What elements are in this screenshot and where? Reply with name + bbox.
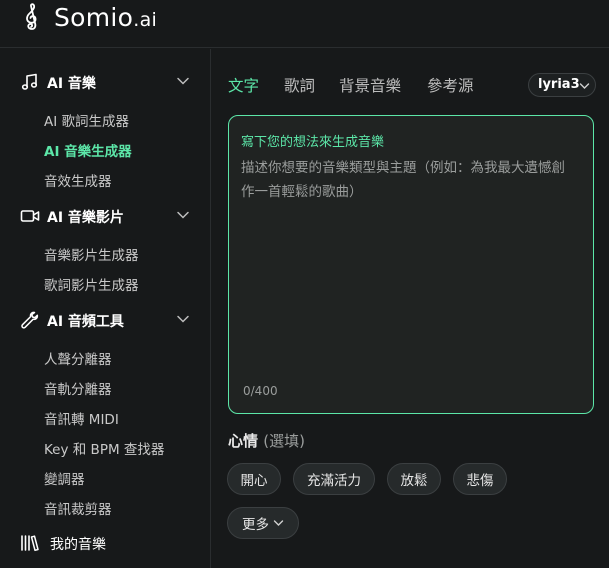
tab-background-music[interactable]: 背景音樂 [339,74,401,96]
sidebar-section-ai-audio-tools[interactable]: AI 音頻工具 [0,305,211,335]
mood-more-label: 更多 [242,517,269,533]
mood-chip-energetic[interactable]: 充滿活力 [293,463,375,495]
chevron-down-icon [579,83,590,89]
sidebar-item-music-video-generator[interactable]: 音樂影片生成器 [44,244,139,264]
sidebar: AI 音樂 AI 歌詞生成器 AI 音樂生成器 音效生成器 AI 音樂影片 音樂… [0,49,211,568]
mood-chip-happy[interactable]: 開心 [227,463,281,495]
sidebar-section-label: AI 音頻工具 [47,314,124,330]
tab-lyrics[interactable]: 歌詞 [284,74,315,96]
model-select-value: lyria3 [538,77,580,92]
sidebar-item-my-music[interactable]: 我的音樂 [0,528,211,558]
mood-optional-label: (選填) [263,432,305,450]
brand-logo[interactable]: Somio.ai [22,0,157,34]
tab-reference[interactable]: 參考源 [427,74,474,96]
sidebar-item-audio-cutter[interactable]: 音訊裁剪器 [44,498,112,518]
wrench-icon [21,311,39,329]
sidebar-item-sound-effect-generator[interactable]: 音效生成器 [44,170,112,190]
sidebar-item-ai-lyrics-generator[interactable]: AI 歌詞生成器 [44,110,129,130]
sidebar-item-stem-splitter[interactable]: 音軌分離器 [44,378,112,398]
library-icon [21,535,39,552]
sidebar-item-ai-music-generator[interactable]: AI 音樂生成器 [44,140,132,160]
brand-name: Somio.ai [54,2,158,32]
sidebar-item-pitch-changer[interactable]: 變調器 [44,468,85,488]
top-header: Somio.ai [0,0,609,48]
sidebar-item-lyric-video-generator[interactable]: 歌詞影片生成器 [44,274,139,294]
prompt-textarea[interactable]: 寫下您的想法來生成音樂 描述你想要的音樂類型與主題（例如：為我最大遺憾創作一首輕… [228,115,594,414]
treble-clef-icon [26,3,37,30]
sidebar-item-key-bpm-finder[interactable]: Key 和 BPM 查找器 [44,438,164,458]
prompt-title: 寫下您的想法來生成音樂 [241,135,385,150]
mood-heading: 心情 (選填) [228,432,305,450]
chevron-down-icon [177,211,189,219]
sidebar-section-ai-music[interactable]: AI 音樂 [0,67,211,97]
chevron-down-icon [177,77,189,85]
music-note-icon [21,73,38,90]
mood-chip-relaxed[interactable]: 放鬆 [387,463,441,495]
chevron-down-icon [273,520,284,526]
prompt-placeholder: 描述你想要的音樂類型與主題（例如：為我最大遺憾創作一首輕鬆的歌曲） [241,160,565,200]
tab-text[interactable]: 文字 [228,74,259,96]
sidebar-item-vocal-remover[interactable]: 人聲分離器 [44,348,112,368]
sidebar-item-audio-to-midi[interactable]: 音訊轉 MIDI [44,408,119,428]
character-counter: 0/400 [243,384,278,398]
sidebar-section-label: AI 音樂影片 [47,210,124,226]
video-camera-icon [20,210,40,222]
sidebar-section-label: AI 音樂 [47,76,96,92]
mood-chip-sad[interactable]: 悲傷 [453,463,507,495]
sidebar-item-label: 我的音樂 [50,537,106,553]
mood-more-button[interactable]: 更多 [227,507,299,539]
chevron-down-icon [177,315,189,323]
model-select[interactable]: lyria3 [528,73,596,97]
sidebar-section-ai-music-video[interactable]: AI 音樂影片 [0,201,211,231]
